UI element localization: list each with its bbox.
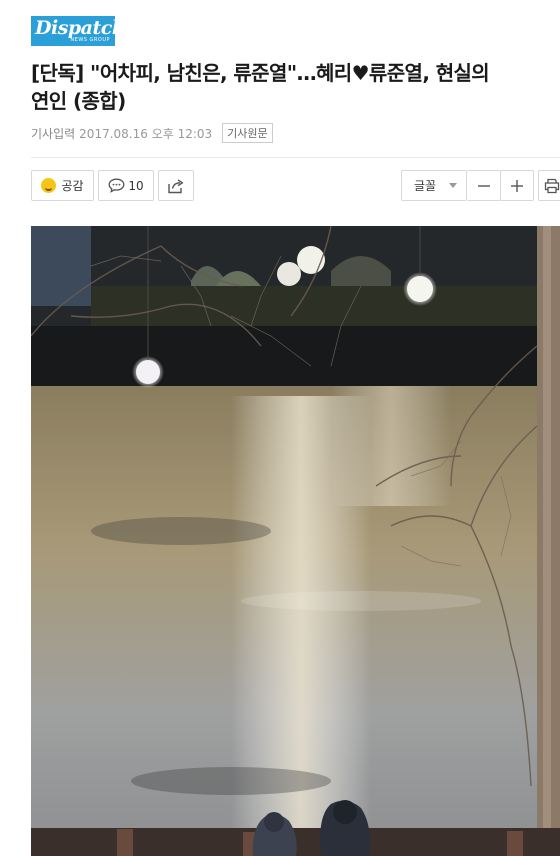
like-label: 공감: [61, 179, 84, 193]
font-decrease-button[interactable]: [467, 170, 501, 201]
logo-brand-text: Dispatch: [35, 17, 126, 39]
comment-count: 10: [128, 178, 144, 193]
font-select-label: 글꼴: [414, 179, 437, 193]
smile-emoji-icon: [41, 178, 57, 193]
dropdown-caret-icon: [449, 183, 457, 188]
publish-date: 2017.08.16 오후 12:03: [79, 126, 213, 141]
article-title-line-1: [단독] "어차피, 남친은, 류준열"…혜리♥류준열, 현실의: [31, 61, 490, 85]
minus-icon: [477, 184, 490, 187]
print-button[interactable]: [538, 170, 560, 201]
like-button[interactable]: 공감: [31, 170, 94, 201]
font-increase-button[interactable]: [500, 170, 534, 201]
comment-bubble-icon: [108, 178, 125, 193]
original-article-link[interactable]: 기사원문: [222, 123, 273, 143]
share-button[interactable]: [158, 170, 194, 201]
night-lake-scene-image: [31, 226, 560, 856]
article-meta: 기사입력 2017.08.16 오후 12:03 기사원문: [31, 123, 273, 143]
comment-button[interactable]: 10: [98, 170, 154, 201]
article-title: [단독] "어차피, 남친은, 류준열"…혜리♥류준열, 현실의 연인 (종합): [31, 59, 560, 115]
article-photo: [31, 226, 560, 856]
share-icon: [168, 178, 184, 193]
plus-icon: [511, 179, 523, 192]
font-select[interactable]: 글꼴: [401, 170, 467, 201]
publish-label: 기사입력: [31, 126, 76, 141]
article-title-line-2: 연인 (종합): [31, 89, 126, 113]
header-divider: [31, 157, 560, 158]
print-icon: [544, 178, 560, 193]
logo-sub-text: NEWS GROUP: [70, 37, 110, 43]
dispatch-logo[interactable]: Dispatch NEWS GROUP: [31, 16, 126, 46]
